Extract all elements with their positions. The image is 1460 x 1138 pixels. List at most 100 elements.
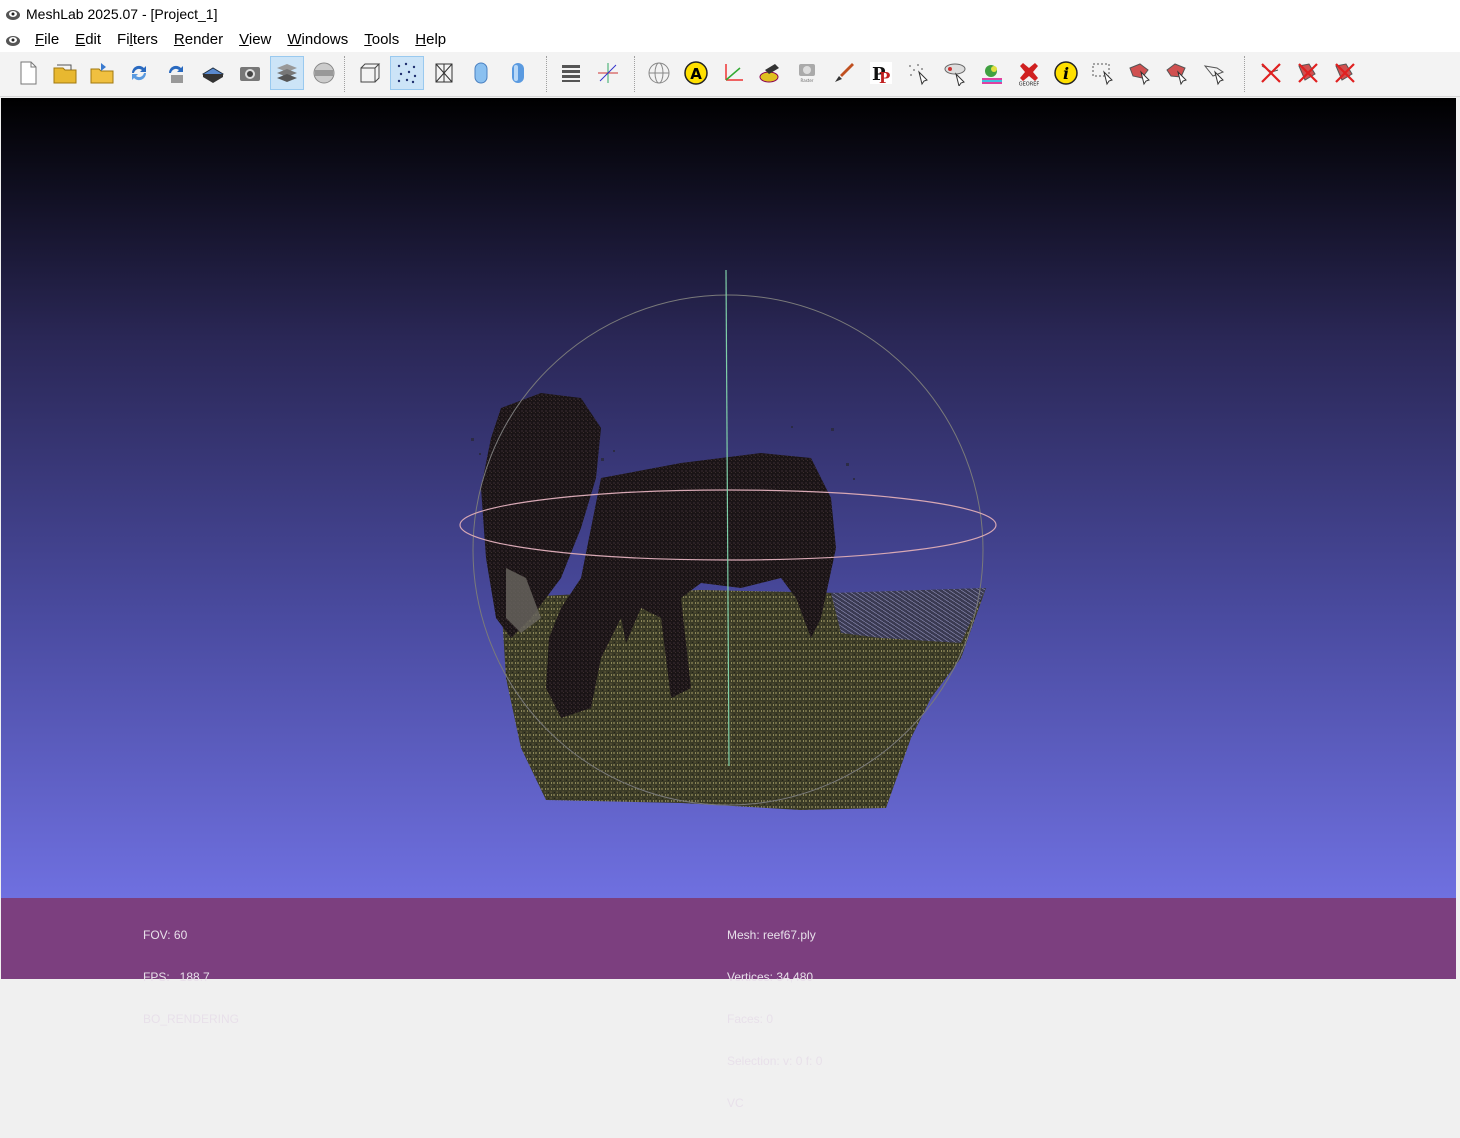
info-icon: i	[1053, 60, 1079, 86]
layers-button[interactable]	[270, 56, 304, 90]
texture-icon	[558, 60, 584, 86]
select-connected-button[interactable]	[938, 56, 972, 90]
select-vertices-button[interactable]	[901, 56, 935, 90]
snapshot-button[interactable]	[233, 56, 267, 90]
smooth-render-button[interactable]	[501, 56, 535, 90]
menu-file[interactable]: File	[27, 27, 67, 52]
mesh-name-label: Mesh: reef67.ply	[727, 928, 816, 942]
color-paint-button[interactable]	[975, 56, 1009, 90]
menu-bar: File Edit Filters Render View Windows Tools Hel…	[0, 27, 1460, 52]
menu-view[interactable]: View	[231, 27, 279, 52]
reload-button[interactable]	[122, 56, 156, 90]
menu-label: ile	[44, 31, 60, 48]
svg-text:Raster: Raster	[801, 78, 814, 83]
georef-button[interactable]: GEOREF	[1012, 56, 1046, 90]
svg-text:A: A	[690, 65, 702, 83]
flat-render-button[interactable]	[464, 56, 498, 90]
info-button[interactable]: i	[1049, 56, 1083, 90]
menu-render[interactable]: Render	[166, 27, 231, 52]
smooth-render-icon	[505, 60, 531, 86]
scale-tool-button[interactable]	[753, 56, 787, 90]
menu-tools[interactable]: Tools	[356, 27, 407, 52]
layers-icon	[274, 60, 300, 86]
measure-axes-button[interactable]	[716, 56, 750, 90]
axis-button[interactable]	[591, 56, 625, 90]
3d-viewport[interactable]	[1, 98, 1456, 898]
main-toolbar: A Raster P P GEOREF i	[0, 52, 1460, 97]
menu-accelerator: E	[75, 31, 86, 48]
menu-help[interactable]: Help	[407, 27, 454, 52]
menu-filters[interactable]: Filters	[109, 27, 166, 52]
meshlab-logo-icon	[6, 9, 20, 20]
svg-text:i: i	[1063, 64, 1069, 83]
import-mesh-icon	[89, 60, 115, 86]
menu-accelerator: W	[287, 31, 302, 48]
reload-all-button[interactable]	[159, 56, 193, 90]
toolbar-separator	[1244, 56, 1247, 92]
delete-faces-button[interactable]	[1291, 56, 1325, 90]
bbox-render-icon	[356, 60, 382, 86]
svg-text:GEOREF: GEOREF	[1019, 82, 1040, 87]
paint-button[interactable]	[827, 56, 861, 90]
open-project-button[interactable]	[48, 56, 82, 90]
points-render-button[interactable]	[390, 56, 424, 90]
window-title: MeshLab 2025.07 - [Project_1]	[26, 5, 218, 22]
annotation-button[interactable]: A	[679, 56, 713, 90]
delete-vertices-button[interactable]	[1254, 56, 1288, 90]
menu-label: indows	[301, 31, 349, 48]
selection-label: Selection: v: 0 f: 0	[727, 1054, 823, 1068]
menu-accelerator: F	[35, 31, 45, 48]
document-icon[interactable]	[5, 32, 21, 48]
new-project-button[interactable]	[11, 56, 45, 90]
menu-label: ools	[371, 31, 400, 48]
menu-label-prefix: Fi	[117, 31, 130, 48]
menu-windows[interactable]: Windows	[279, 27, 356, 52]
raster-alignment-button[interactable]: Raster	[790, 56, 824, 90]
point-cloud-render[interactable]	[1, 98, 1456, 898]
wireframe-render-icon	[431, 60, 457, 86]
wireframe-render-button[interactable]	[427, 56, 461, 90]
align-globe-button[interactable]	[642, 56, 676, 90]
import-mesh-button[interactable]	[85, 56, 119, 90]
mesh-info: Mesh: reef67.ply Vertices: 34,480 Faces:…	[727, 900, 822, 1138]
raster-button[interactable]	[307, 56, 341, 90]
open-project-icon	[52, 60, 78, 86]
select-rect-button[interactable]	[1086, 56, 1120, 90]
measure-axes-icon	[720, 60, 746, 86]
menu-edit[interactable]: Edit	[67, 27, 109, 52]
select-rect-icon	[1090, 60, 1116, 86]
georef-icon: GEOREF	[1016, 60, 1042, 86]
render-mode-label: BO_RENDERING	[143, 1012, 240, 1026]
select-connected-icon	[942, 60, 968, 86]
select-faces-button[interactable]	[1123, 56, 1157, 90]
scale-tool-icon	[757, 60, 783, 86]
delete-faces-vertices-icon	[1332, 60, 1358, 86]
texture-button[interactable]	[554, 56, 588, 90]
select-faces-plus-button[interactable]	[1160, 56, 1194, 90]
render-info: FOV: 60 FPS: 188.7 BO_RENDERING	[143, 900, 239, 1054]
select-faces-plus-icon	[1164, 60, 1190, 86]
menu-accelerator: T	[364, 31, 372, 48]
menu-accelerator: R	[173, 31, 185, 48]
snapshot-icon	[237, 60, 263, 86]
menu-label: iew	[248, 31, 272, 48]
toolbar-separator	[546, 56, 549, 92]
points-render-icon	[394, 60, 420, 86]
reload-all-icon	[163, 60, 189, 86]
select-vertices-icon	[905, 60, 931, 86]
export-mesh-button[interactable]	[196, 56, 230, 90]
bbox-render-button[interactable]	[352, 56, 386, 90]
axis-icon	[595, 60, 621, 86]
select-pointer-button[interactable]	[1197, 56, 1231, 90]
delete-faces-vertices-button[interactable]	[1328, 56, 1362, 90]
paint-icon	[831, 60, 857, 86]
toolbar-separator	[344, 56, 347, 92]
align-globe-icon	[646, 60, 672, 86]
select-pointer-icon	[1201, 60, 1227, 86]
fps-label: FPS: 188.7	[143, 970, 210, 984]
pick-points-button[interactable]: PP	[864, 56, 898, 90]
fov-label: FOV: 60	[143, 928, 188, 942]
menu-label: ters	[132, 31, 158, 48]
menu-label: elp	[426, 31, 447, 48]
menu-label: ender	[184, 31, 224, 48]
